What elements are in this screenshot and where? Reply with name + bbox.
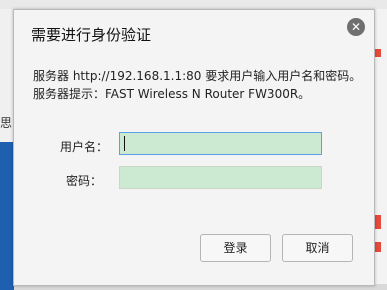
username-input[interactable] <box>119 132 322 155</box>
background-left-panel <box>0 9 14 290</box>
server-message: 服务器 http://192.168.1.1:80 要求用户输入用户名和密码。 <box>33 69 362 83</box>
username-label: 用户名： <box>60 140 109 154</box>
background-top-strip <box>0 0 387 9</box>
login-button[interactable]: 登录 <box>200 234 271 262</box>
text-cursor <box>124 136 125 151</box>
dialog-title: 需要进行身份验证 <box>31 26 152 44</box>
background-left-text: 思 <box>0 116 13 130</box>
password-input[interactable] <box>119 166 322 189</box>
cancel-button[interactable]: 取消 <box>282 234 353 262</box>
background-blue-panel <box>0 142 14 290</box>
server-hint: 服务器提示：FAST Wireless N Router FW300R。 <box>33 87 311 101</box>
close-icon[interactable]: ✕ <box>347 18 365 36</box>
password-label: 密码： <box>66 174 103 188</box>
auth-dialog: 需要进行身份验证 ✕ 服务器 http://192.168.1.1:80 要求用… <box>13 9 375 286</box>
